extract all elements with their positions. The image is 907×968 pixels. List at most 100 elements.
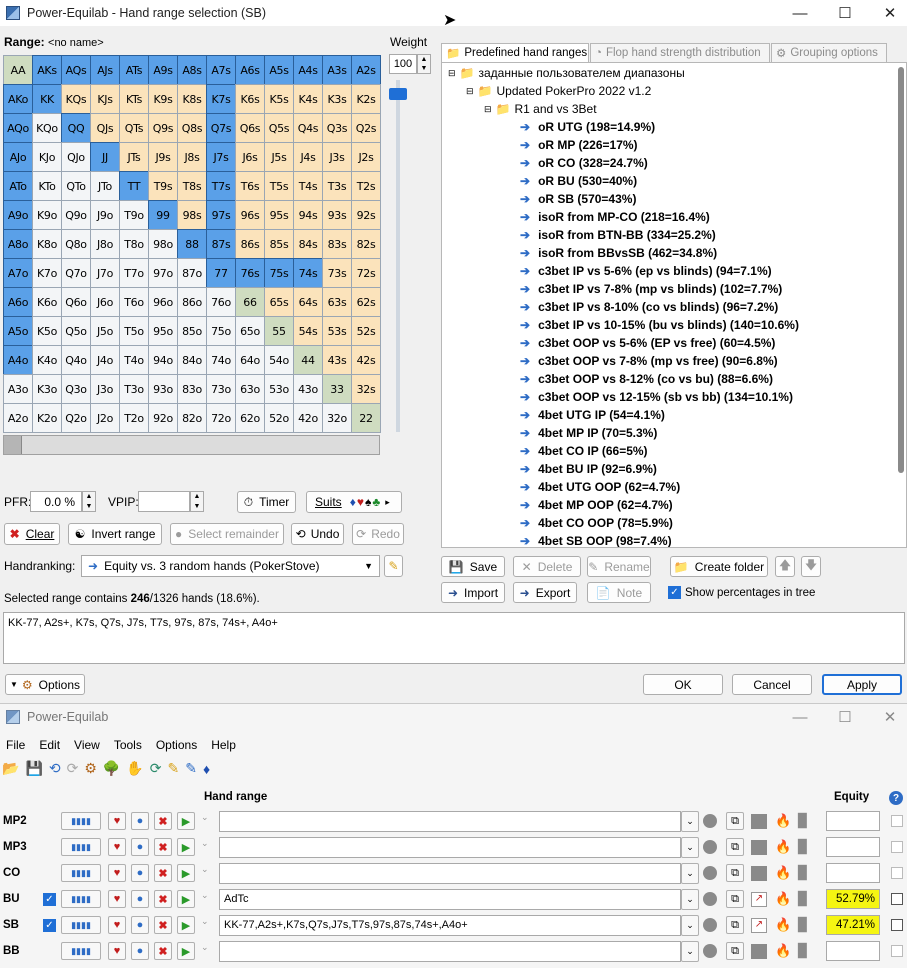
- weight-spinner[interactable]: ▲ ▼: [417, 54, 431, 74]
- hand-cell[interactable]: KTo: [32, 171, 62, 201]
- hand-cell[interactable]: J9o: [90, 200, 120, 230]
- hand-cell[interactable]: KQo: [32, 113, 62, 143]
- weight-slider-track[interactable]: [396, 80, 400, 432]
- hand-cell[interactable]: 83s: [322, 229, 352, 259]
- hand-cell[interactable]: Q9s: [148, 113, 178, 143]
- copy-button[interactable]: ⧉: [726, 890, 744, 908]
- hand-cell[interactable]: Q9o: [61, 200, 91, 230]
- hand-cell[interactable]: K6o: [32, 287, 62, 317]
- tree-group[interactable]: ⊟ 📁 Updated PokerPro 2022 v1.2: [466, 82, 651, 100]
- chevron-down-icon[interactable]: ⌄: [201, 864, 209, 875]
- hand-cell[interactable]: 54s: [293, 316, 323, 346]
- hand-range-input[interactable]: KK-77,A2s+,K7s,Q7s,J7s,T7s,97s,87s,74s+,…: [219, 915, 681, 936]
- menu-view[interactable]: View: [74, 738, 100, 752]
- hand-cell[interactable]: J2o: [90, 403, 120, 433]
- import-button[interactable]: ➜ Import: [441, 582, 505, 603]
- tree-range-item[interactable]: ➔ c3bet IP vs 5-6% (ep vs blinds) (94=7.1…: [520, 262, 772, 280]
- row-select-checkbox[interactable]: [891, 919, 903, 931]
- hand-cell[interactable]: QTs: [119, 113, 149, 143]
- tree-subgroup[interactable]: ⊟ 📁 R1 and vs 3Bet: [484, 100, 597, 118]
- hand-cell[interactable]: 63o: [235, 374, 265, 404]
- rename-button[interactable]: ✎ Rename: [587, 556, 651, 577]
- hand-cell[interactable]: K7s: [206, 84, 236, 114]
- range-dropdown[interactable]: ⌄: [681, 837, 699, 858]
- hand-cell[interactable]: 93s: [322, 200, 352, 230]
- hand-cell[interactable]: AA: [3, 55, 33, 85]
- hand-cell[interactable]: ATo: [3, 171, 33, 201]
- hand-cell[interactable]: A7s: [206, 55, 236, 85]
- hand-cell[interactable]: 55: [264, 316, 294, 346]
- hand-cell[interactable]: ATs: [119, 55, 149, 85]
- pencil-icon[interactable]: ✎: [168, 760, 180, 777]
- clear-row-button[interactable]: ✖: [154, 864, 172, 882]
- range-text-area[interactable]: KK-77, A2s+, K7s, Q7s, J7s, T7s, 97s, 87…: [3, 612, 905, 664]
- move-down-button[interactable]: 🡇: [801, 556, 821, 577]
- chips-button[interactable]: ●: [131, 838, 149, 856]
- hand-cell[interactable]: J4o: [90, 345, 120, 375]
- hand-cell[interactable]: T4s: [293, 171, 323, 201]
- ok-button[interactable]: OK: [643, 674, 723, 695]
- menu-help[interactable]: Help: [211, 738, 236, 752]
- hand-cell[interactable]: 87s: [206, 229, 236, 259]
- suits-button[interactable]: Suits ♦♥♠♣ ▸: [306, 491, 402, 513]
- hand-cell[interactable]: QTo: [61, 171, 91, 201]
- hand-cell[interactable]: JTo: [90, 171, 120, 201]
- go-button[interactable]: ▶: [177, 890, 195, 908]
- vpip-input[interactable]: [138, 491, 190, 512]
- hand-cell[interactable]: 77: [206, 258, 236, 288]
- save-icon[interactable]: 💾: [25, 760, 42, 777]
- hand-cell[interactable]: 53s: [322, 316, 352, 346]
- diamond-icon[interactable]: ♦: [203, 761, 210, 777]
- hand-cell[interactable]: 92s: [351, 200, 381, 230]
- undo-button[interactable]: ⟲ Undo: [291, 523, 344, 545]
- hand-cell[interactable]: 42s: [351, 345, 381, 375]
- hand-cell[interactable]: AQo: [3, 113, 33, 143]
- go-button[interactable]: ▶: [177, 812, 195, 830]
- hand-cell[interactable]: A5s: [264, 55, 294, 85]
- clear-button[interactable]: ✖ Clear: [4, 523, 60, 545]
- hand-cell[interactable]: A6s: [235, 55, 265, 85]
- tree-range-item[interactable]: ➔ oR BU (530=40%): [520, 172, 637, 190]
- hand-cell[interactable]: 96s: [235, 200, 265, 230]
- hand-cell[interactable]: 94s: [293, 200, 323, 230]
- hand-cell[interactable]: T5o: [119, 316, 149, 346]
- hand-cell[interactable]: Q4s: [293, 113, 323, 143]
- weight-slider-thumb[interactable]: [389, 88, 407, 100]
- hand-cell[interactable]: QJs: [90, 113, 120, 143]
- chips-button[interactable]: ●: [131, 890, 149, 908]
- card-selector-button[interactable]: ▮▮▮▮: [61, 812, 101, 830]
- chips-button[interactable]: ●: [131, 942, 149, 960]
- single-card-button[interactable]: ♥: [108, 812, 126, 830]
- hand-cell[interactable]: 76o: [206, 287, 236, 317]
- invert-range-button[interactable]: ☯ Invert range: [68, 523, 162, 545]
- pfr-spinner[interactable]: ▲ ▼: [82, 491, 96, 512]
- pen-icon[interactable]: ✎: [185, 760, 197, 777]
- chevron-down-icon[interactable]: ⌄: [201, 812, 209, 823]
- hand-cell[interactable]: 66: [235, 287, 265, 317]
- open-icon[interactable]: 📂: [2, 760, 19, 777]
- hand-cell[interactable]: 73s: [322, 258, 352, 288]
- tree-range-item[interactable]: ➔ oR CO (328=24.7%): [520, 154, 648, 172]
- hand-cell[interactable]: 63s: [322, 287, 352, 317]
- hand-cell[interactable]: 33: [322, 374, 352, 404]
- tree-range-item[interactable]: ➔ 4bet BU IP (92=6.9%): [520, 460, 657, 478]
- hand-cell[interactable]: 86s: [235, 229, 265, 259]
- hand-cell[interactable]: 84o: [177, 345, 207, 375]
- tree-range-item[interactable]: ➔ isoR from BTN-BB (334=25.2%): [520, 226, 716, 244]
- hand-cell[interactable]: K8s: [177, 84, 207, 114]
- hand-cell[interactable]: KJo: [32, 142, 62, 172]
- row-select-checkbox[interactable]: [891, 867, 903, 879]
- graph-icon[interactable]: ↗: [751, 918, 767, 933]
- fire-icon[interactable]: 🔥: [775, 943, 791, 959]
- hand-cell[interactable]: K8o: [32, 229, 62, 259]
- menu-edit[interactable]: Edit: [39, 738, 60, 752]
- card-selector-button[interactable]: ▮▮▮▮: [61, 838, 101, 856]
- hand-cell[interactable]: K3s: [322, 84, 352, 114]
- bar-chart-icon[interactable]: ▉: [798, 943, 808, 959]
- hand-cell[interactable]: 44: [293, 345, 323, 375]
- main-close-button[interactable]: ✕: [867, 705, 907, 729]
- hand-cell[interactable]: A7o: [3, 258, 33, 288]
- hand-cell[interactable]: 54o: [264, 345, 294, 375]
- hand-cell[interactable]: A4o: [3, 345, 33, 375]
- scroll-thumb[interactable]: [4, 436, 22, 454]
